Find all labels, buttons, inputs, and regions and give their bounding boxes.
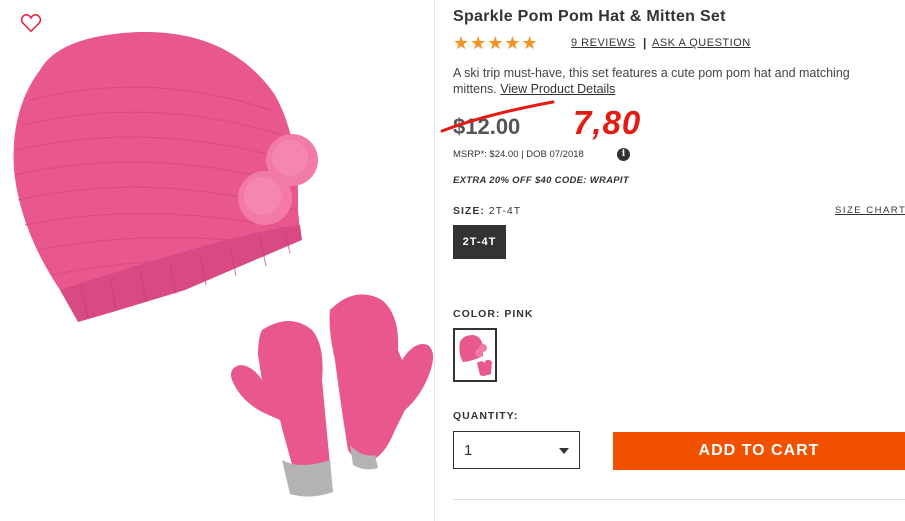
heart-icon[interactable] <box>20 12 42 34</box>
size-label: SIZE: 2T-4T <box>453 205 521 217</box>
product-image[interactable] <box>0 0 434 521</box>
view-details-link[interactable]: View Product Details <box>500 82 615 96</box>
info-icon[interactable]: i <box>617 148 630 161</box>
promo-text: EXTRA 20% OFF $40 CODE: WRAPIT <box>453 175 629 186</box>
swatch-thumbnail <box>459 335 492 376</box>
quantity-label: QUANTITY: <box>453 410 519 422</box>
msrp-text: MSRP*: $24.00 | DOB 07/2018 <box>453 149 584 160</box>
quantity-select[interactable]: 1 <box>453 431 580 469</box>
add-to-cart-button[interactable]: ADD TO CART <box>613 432 905 470</box>
link-separator: | <box>643 36 647 50</box>
ask-question-link[interactable]: ASK A QUESTION <box>652 37 751 49</box>
size-chart-link[interactable]: SIZE CHART <box>835 205 905 216</box>
product-title: Sparkle Pom Pom Hat & Mitten Set <box>453 8 726 25</box>
reviews-link[interactable]: 9 REVIEWS <box>571 37 635 49</box>
size-selected-value: 2T-4T <box>488 205 522 217</box>
product-info: Sparkle Pom Pom Hat & Mitten Set ★★★★★ 9… <box>440 0 905 521</box>
divider <box>453 499 905 500</box>
chevron-down-icon <box>559 448 569 454</box>
color-swatch-pink[interactable] <box>453 328 497 382</box>
product-description: A ski trip must-have, this set features … <box>453 65 893 97</box>
product-image-panel <box>0 0 435 521</box>
quantity-value: 1 <box>464 442 473 459</box>
strikethrough-mark <box>440 100 555 133</box>
color-label: COLOR: PINK <box>453 308 534 320</box>
rating-stars[interactable]: ★★★★★ <box>453 33 539 54</box>
size-option-button[interactable]: 2T-4T <box>453 225 506 259</box>
size-label-text: SIZE: <box>453 205 485 217</box>
sale-price: 7,80 <box>573 104 642 141</box>
